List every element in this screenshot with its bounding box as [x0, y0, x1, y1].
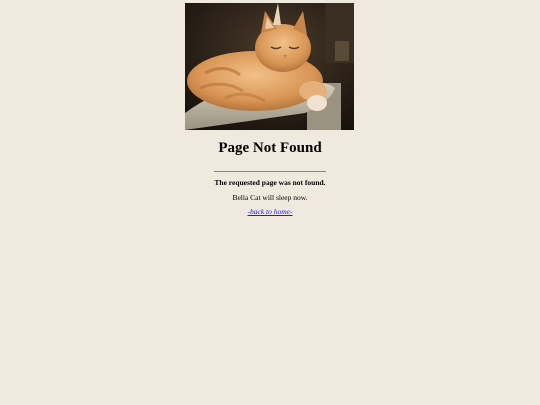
back-to-home-link[interactable]: -back to home-	[248, 207, 293, 216]
cat-message: Bella Cat will sleep now.	[232, 193, 308, 202]
sleeping-cat-photo	[185, 3, 354, 130]
page-title: Page Not Found	[218, 140, 322, 156]
back-link-container: -back to home-	[0, 207, 540, 217]
error-message: The requested page was not found.	[214, 178, 326, 187]
divider	[214, 171, 326, 172]
page: Page Not Found The requested page was no…	[0, 0, 540, 405]
